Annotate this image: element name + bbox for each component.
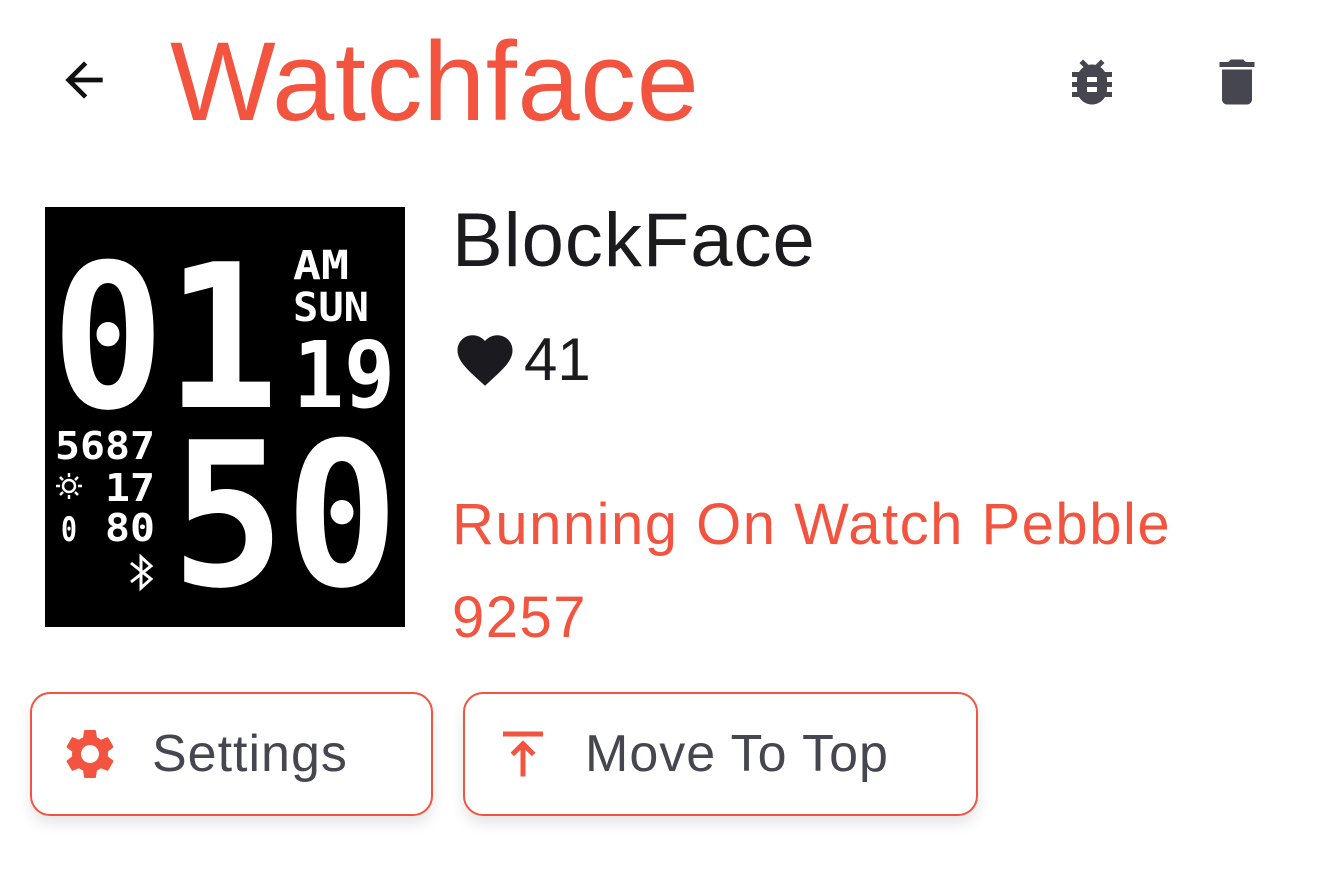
gear-icon	[60, 724, 120, 784]
settings-button[interactable]: Settings	[30, 692, 433, 816]
heart-icon	[457, 335, 513, 386]
preview-steps: 5687	[55, 424, 155, 468]
debug-button[interactable]	[1050, 40, 1134, 124]
preview-minute: 50	[171, 400, 399, 627]
hearts-count-row: 41	[452, 320, 591, 400]
watchface-preview: 01 AM SUN 19 5687 17 0 80 50	[45, 207, 405, 627]
trash-icon	[1219, 59, 1255, 105]
delete-button[interactable]	[1195, 40, 1279, 124]
app-name: BlockFace	[452, 198, 816, 283]
running-status: Running On Watch Pebble 9257	[452, 492, 1172, 650]
preview-ampm: AM	[293, 243, 349, 289]
watchface-screenshot: 01 AM SUN 19 5687 17 0 80 50	[45, 207, 405, 627]
settings-label: Settings	[152, 725, 348, 783]
move-to-top-label: Move To Top	[585, 725, 889, 783]
top-app-bar: Watchface	[0, 0, 1320, 160]
bug-icon	[1072, 59, 1112, 105]
preview-battery: 80	[105, 506, 155, 550]
preview-temperature: 17	[105, 466, 155, 510]
move-to-top-button[interactable]: Move To Top	[463, 692, 978, 816]
back-button[interactable]	[44, 40, 124, 120]
page-title: Watchface	[170, 19, 700, 144]
move-to-top-icon	[493, 724, 553, 784]
preview-battery-prefix: 0	[61, 510, 77, 550]
hearts-count: 41	[524, 326, 591, 393]
arrow-back-icon	[65, 61, 103, 99]
